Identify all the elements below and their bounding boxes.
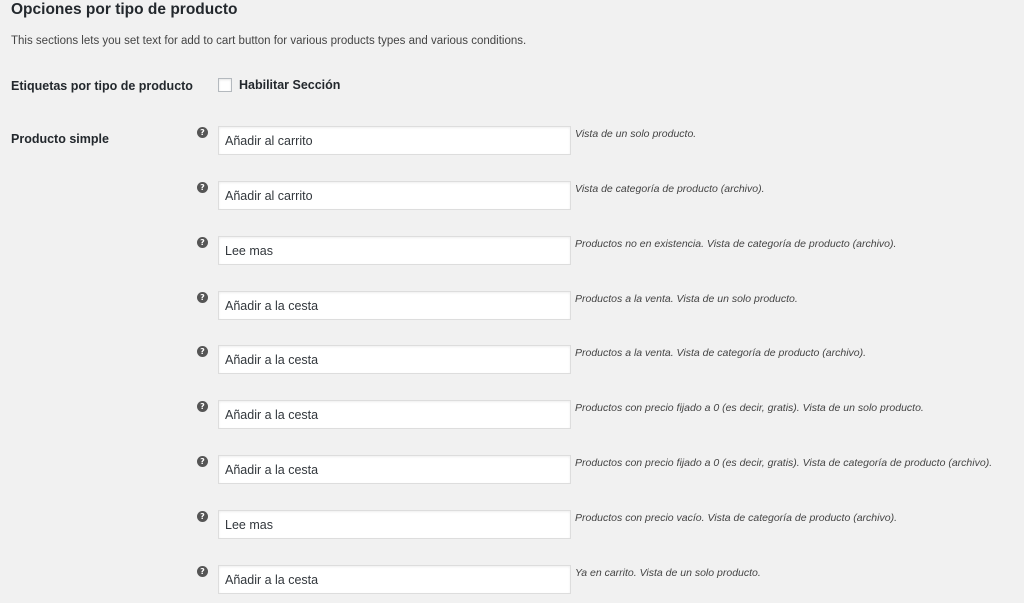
button-text-input[interactable] xyxy=(218,510,571,539)
field-row: ? Productos con precio fijado a 0 (es de… xyxy=(0,455,1024,485)
field-description: Productos con precio fijado a 0 (es deci… xyxy=(575,402,924,414)
field-row: ? Productos con precio vacío. Vista de c… xyxy=(0,510,1024,540)
section-description: This sections lets you set text for add … xyxy=(11,35,527,47)
field-description: Ya en carrito. Vista de un solo producto… xyxy=(575,567,761,579)
field-row: ? Productos a la venta. Vista de un solo… xyxy=(0,291,1024,321)
help-icon[interactable]: ? xyxy=(197,566,208,577)
button-text-input[interactable] xyxy=(218,236,571,265)
button-text-input[interactable] xyxy=(218,126,571,155)
help-icon[interactable]: ? xyxy=(197,456,208,467)
button-text-input[interactable] xyxy=(218,345,571,374)
button-text-input[interactable] xyxy=(218,181,571,210)
button-text-input[interactable] xyxy=(218,291,571,320)
field-row: ? Vista de categoría de producto (archiv… xyxy=(0,181,1024,211)
help-icon[interactable]: ? xyxy=(197,346,208,357)
button-text-input[interactable] xyxy=(218,400,571,429)
field-description: Productos con precio fijado a 0 (es deci… xyxy=(575,457,993,469)
help-icon[interactable]: ? xyxy=(197,182,208,193)
field-description: Vista de un solo producto. xyxy=(575,128,697,140)
field-description: Productos no en existencia. Vista de cat… xyxy=(575,238,897,250)
field-row: ? Ya en carrito. Vista de un solo produc… xyxy=(0,565,1024,595)
field-row: ? Productos con precio fijado a 0 (es de… xyxy=(0,400,1024,430)
enable-section-label: Habilitar Sección xyxy=(239,78,341,92)
enable-section-toggle[interactable]: Habilitar Sección xyxy=(218,78,340,92)
enable-section-checkbox[interactable] xyxy=(218,78,232,92)
help-icon[interactable]: ? xyxy=(197,511,208,522)
button-text-input[interactable] xyxy=(218,565,571,594)
field-row: ? Productos a la venta. Vista de categor… xyxy=(0,345,1024,375)
help-icon[interactable]: ? xyxy=(197,401,208,412)
field-row: ? Productos no en existencia. Vista de c… xyxy=(0,236,1024,266)
help-icon[interactable]: ? xyxy=(197,292,208,303)
field-description: Productos con precio vacío. Vista de cat… xyxy=(575,512,897,524)
button-text-input[interactable] xyxy=(218,455,571,484)
field-description: Vista de categoría de producto (archivo)… xyxy=(575,183,765,195)
field-row: ? Vista de un solo producto. xyxy=(0,126,1024,156)
field-description: Productos a la venta. Vista de categoría… xyxy=(575,347,867,359)
help-icon[interactable]: ? xyxy=(197,127,208,138)
etiquetas-label: Etiquetas por tipo de producto xyxy=(11,79,193,93)
section-title: Opciones por tipo de producto xyxy=(11,1,238,18)
field-description: Productos a la venta. Vista de un solo p… xyxy=(575,293,798,305)
help-icon[interactable]: ? xyxy=(197,237,208,248)
